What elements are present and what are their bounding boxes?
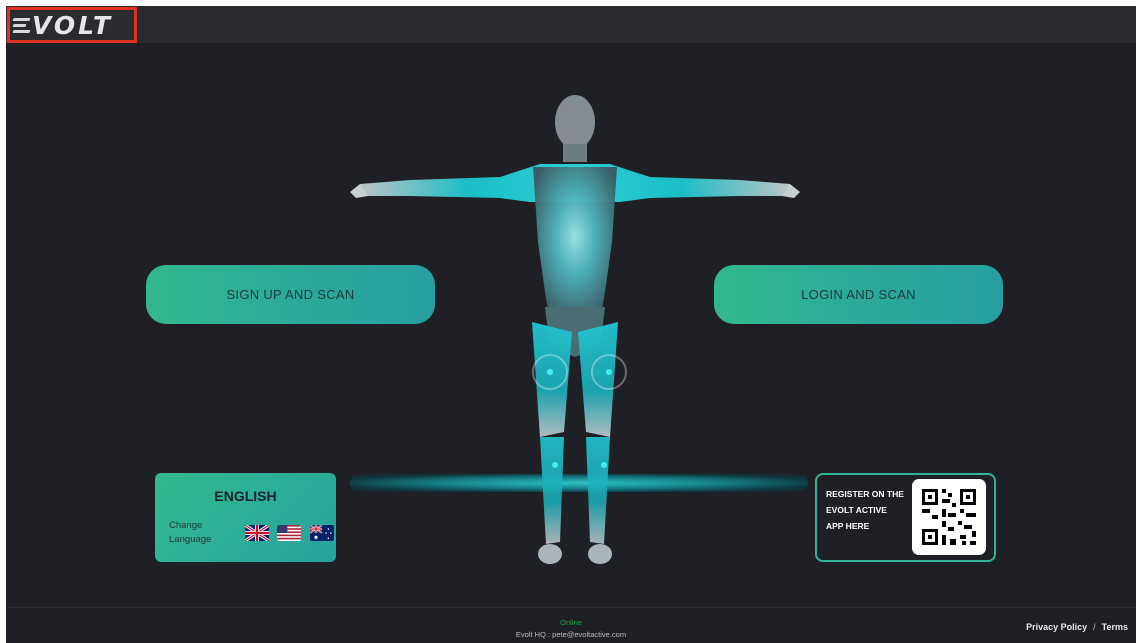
register-text: REGISTER ON THE EVOLT ACTIVE APP HERE <box>826 489 904 531</box>
top-bar: VOLT <box>6 6 1136 43</box>
logo-text: VOLT <box>32 10 114 40</box>
current-language: ENGLISH <box>214 488 277 504</box>
terms-link[interactable]: Terms <box>1102 622 1128 632</box>
australia-flag-icon[interactable] <box>310 525 334 541</box>
language-card: ENGLISH Change Language <box>155 473 336 562</box>
change-language-label: Change Language <box>169 520 212 545</box>
body-scan-figure <box>350 95 800 564</box>
legal-links: Privacy Policy / Terms <box>1026 622 1128 632</box>
footer-divider <box>6 607 1136 608</box>
privacy-policy-link[interactable]: Privacy Policy <box>1026 622 1087 632</box>
us-flag-icon[interactable] <box>277 525 301 541</box>
register-app-card[interactable]: REGISTER ON THE EVOLT ACTIVE APP HERE <box>815 473 996 562</box>
logo-e-mark <box>12 17 31 33</box>
qr-code <box>912 479 986 555</box>
app-frame: VOLT SIGN UP AND SCAN LOGIN AND SCAN ENG… <box>6 6 1136 643</box>
legal-separator: / <box>1093 622 1096 632</box>
qr-code-icon <box>922 489 976 545</box>
hq-contact: Evolt HQ : pete@evoltactive.com <box>515 630 627 639</box>
uk-flag-icon[interactable] <box>245 525 269 541</box>
connection-status: Online <box>560 618 582 627</box>
evolt-logo[interactable]: VOLT <box>7 7 137 43</box>
